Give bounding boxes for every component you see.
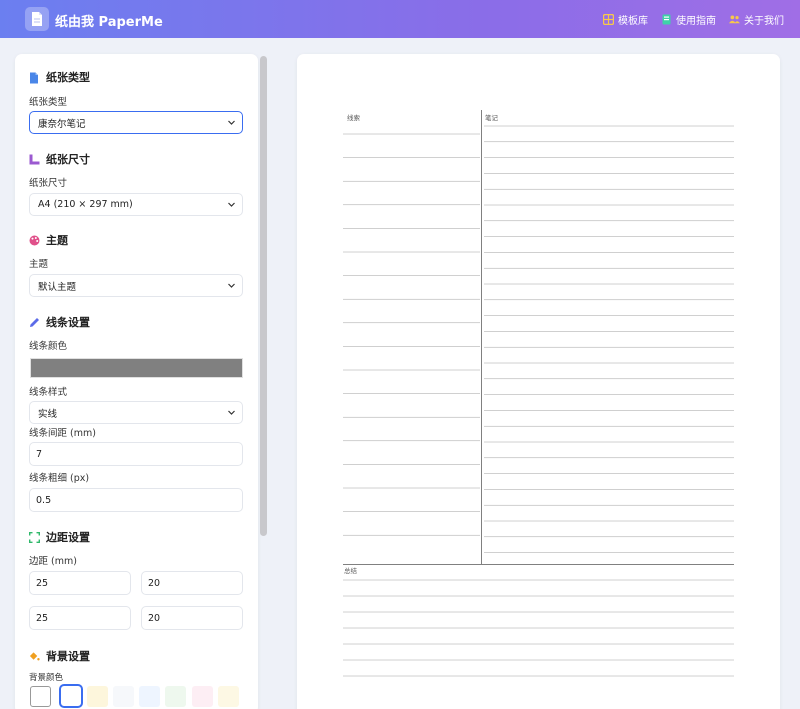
document-logo-icon bbox=[32, 12, 42, 26]
bg-swatch-white[interactable] bbox=[30, 686, 51, 707]
paper-type-label: 纸张类型 bbox=[29, 97, 68, 108]
paper-size-section-title: 纸张尺寸 bbox=[29, 151, 90, 167]
cue-column-label: 线索 bbox=[347, 113, 361, 122]
bg-swatch-light-yellow[interactable] bbox=[218, 686, 239, 707]
nav-about[interactable]: 关于我们 bbox=[729, 12, 784, 27]
settings-sidebar: 纸张类型 纸张类型 康奈尔笔记 纸张尺寸 纸张尺寸 A4 (210 × 297 … bbox=[15, 54, 258, 709]
summary-section-label: 总结 bbox=[344, 566, 358, 575]
paper-size-select[interactable]: A4 (210 × 297 mm) bbox=[29, 193, 243, 216]
cornell-notes-preview: 线索 笔记 总结 bbox=[343, 110, 734, 677]
grid-icon bbox=[603, 14, 614, 25]
line-color-label: 线条颜色 bbox=[29, 341, 68, 352]
line-spacing-label: 线条间距 (mm) bbox=[29, 428, 96, 439]
line-width-label: 线条粗细 (px) bbox=[29, 473, 90, 484]
line-settings-section-title: 线条设置 bbox=[29, 314, 90, 330]
bg-swatch-light-gray[interactable] bbox=[113, 686, 134, 707]
chevron-down-icon bbox=[228, 202, 235, 207]
bg-swatch-light-blue[interactable] bbox=[139, 686, 160, 707]
frame-icon bbox=[29, 531, 40, 543]
app-title: 纸由我 PaperMe bbox=[55, 15, 163, 30]
background-color-label: 背景颜色 bbox=[29, 673, 64, 683]
theme-section-title: 主题 bbox=[29, 232, 68, 248]
chevron-down-icon bbox=[228, 120, 235, 125]
margin-left-input[interactable]: 20 bbox=[141, 606, 243, 630]
users-icon bbox=[729, 14, 740, 25]
ruler-icon bbox=[29, 154, 40, 165]
nav-label: 关于我们 bbox=[744, 16, 784, 27]
theme-select[interactable]: 默认主题 bbox=[29, 274, 243, 297]
paper-preview: 线索 笔记 总结 bbox=[297, 54, 780, 709]
margin-top-input[interactable]: 25 bbox=[29, 571, 131, 595]
paper-type-select[interactable]: 康奈尔笔记 bbox=[29, 111, 243, 134]
margin-settings-section-title: 边距设置 bbox=[29, 529, 90, 545]
nav-label: 模板库 bbox=[618, 16, 648, 27]
paper-type-section-title: 纸张类型 bbox=[29, 69, 90, 85]
palette-icon bbox=[29, 235, 40, 246]
line-style-label: 线条样式 bbox=[29, 387, 68, 398]
nav-label: 使用指南 bbox=[676, 16, 716, 27]
margin-bottom-input[interactable]: 25 bbox=[29, 606, 131, 630]
chevron-down-icon bbox=[228, 283, 235, 288]
margin-right-input[interactable]: 20 bbox=[141, 571, 243, 595]
nav-templates[interactable]: 模板库 bbox=[603, 12, 648, 27]
paper-size-label: 纸张尺寸 bbox=[29, 178, 68, 189]
note-lines bbox=[484, 125, 734, 553]
bg-swatch-cream[interactable] bbox=[87, 686, 108, 707]
chevron-down-icon bbox=[228, 410, 235, 415]
margin-label: 边距 (mm) bbox=[29, 556, 77, 567]
nav-guide[interactable]: 使用指南 bbox=[661, 12, 716, 27]
bg-swatch-light-pink[interactable] bbox=[192, 686, 213, 707]
paint-bucket-icon bbox=[29, 651, 40, 662]
app-header: 纸由我 PaperMe 模板库 使用指南 关于我们 bbox=[0, 0, 800, 38]
notes-column-label: 笔记 bbox=[485, 113, 499, 122]
bg-swatch-light-green[interactable] bbox=[165, 686, 186, 707]
sidebar-scrollbar[interactable] bbox=[260, 56, 267, 536]
line-style-select[interactable]: 实线 bbox=[29, 401, 243, 424]
cue-lines bbox=[343, 133, 480, 536]
line-width-input[interactable]: 0.5 bbox=[29, 488, 243, 512]
line-color-picker[interactable] bbox=[30, 358, 243, 378]
theme-label: 主题 bbox=[29, 259, 49, 270]
app-logo[interactable] bbox=[25, 7, 49, 31]
bg-swatch-selected[interactable] bbox=[59, 684, 83, 708]
summary-lines bbox=[343, 579, 734, 677]
top-nav: 模板库 使用指南 关于我们 bbox=[603, 12, 784, 27]
pencil-icon bbox=[29, 317, 40, 328]
document-icon bbox=[29, 72, 40, 83]
line-spacing-input[interactable]: 7 bbox=[29, 442, 243, 466]
book-icon bbox=[661, 14, 672, 25]
background-settings-section-title: 背景设置 bbox=[29, 648, 90, 664]
